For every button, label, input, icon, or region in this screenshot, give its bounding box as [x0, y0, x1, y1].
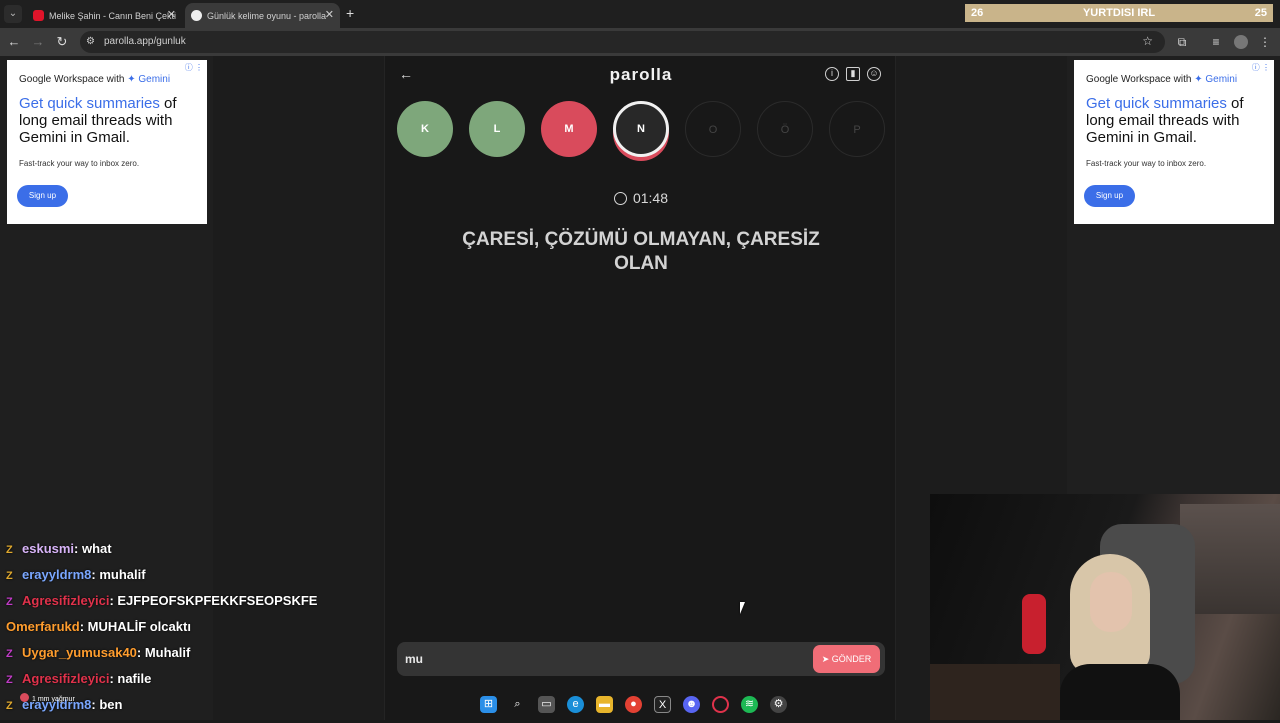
chat-badge-icon: Z [6, 648, 13, 660]
ad-signup-button[interactable]: Sign up [1084, 185, 1135, 207]
webcam-streamer-body [1060, 664, 1180, 720]
ad-headline: Get quick summaries of long email thread… [19, 95, 177, 146]
ad-subtext: Fast-track your way to inbox zero. [19, 159, 140, 168]
chat-badge-icon: Z [6, 700, 13, 712]
discord-icon[interactable]: ☻ [683, 695, 700, 713]
tab-music[interactable]: Melike Şahin - Canın Beni Çekti ✕ [27, 3, 182, 28]
ad-brand: Google Workspace with ✦ Gemini [19, 74, 171, 85]
ad-signup-button[interactable]: Sign up [17, 185, 68, 207]
timer: 01:48 [385, 190, 897, 206]
address-bar[interactable]: ⚙ parolla.app/gunluk ☆ [80, 31, 1165, 53]
letter-n: N [613, 101, 669, 157]
opera-icon[interactable] [712, 695, 729, 713]
spotify-icon[interactable]: ≋ [741, 695, 758, 713]
parolla-favicon-icon [191, 10, 202, 21]
answer-input[interactable] [405, 649, 805, 669]
reading-list-icon[interactable]: ≡ [1209, 35, 1223, 49]
tab-search-button[interactable]: ⌄ [4, 5, 22, 23]
app-logo[interactable]: parolla [385, 65, 897, 85]
bookmark-star-icon[interactable]: ☆ [1142, 34, 1153, 48]
reload-icon[interactable]: ↻ [53, 33, 71, 51]
chat-message: Z Agresifizleyici: EJFPEOFSKPFEKKFSEOPSKF… [6, 593, 318, 608]
close-tab-icon[interactable]: ✕ [167, 8, 176, 21]
info-icon[interactable]: i [825, 67, 839, 81]
game-panel: ← parolla i ▮ ☺ K L M N O Ö P 01:48 ÇARE… [384, 56, 896, 720]
answer-form: ➤ GÖNDER [397, 642, 885, 676]
chat-badge-icon: Z [6, 674, 13, 686]
edge-icon[interactable]: e [567, 695, 584, 713]
profile-icon[interactable]: ☺ [867, 67, 881, 81]
browser-toolbar: ← → ↻ ⚙ parolla.app/gunluk ☆ ⧉ ≡ ⋮ [0, 28, 1280, 56]
webcam-streamer-face [1090, 572, 1132, 632]
task-view-icon[interactable]: ▭ [538, 695, 555, 713]
clock-icon [613, 192, 627, 205]
stats-icon[interactable]: ▮ [846, 67, 860, 81]
overlay-left-value: 26 [971, 7, 984, 19]
letter-progress: K L M N O Ö P [385, 101, 897, 163]
letter-o-umlaut: Ö [757, 101, 813, 157]
ad-info-icon[interactable]: ⓘ ⋮ [185, 62, 203, 73]
url-text[interactable]: parolla.app/gunluk [104, 36, 186, 47]
forward-icon[interactable]: → [29, 33, 47, 51]
ad-subtext: Fast-track your way to inbox zero. [1086, 159, 1207, 168]
letter-p: P [829, 101, 885, 157]
chat-message: Zerayyldrm8: muhalif [6, 567, 146, 582]
overlay-title: YURTDISI IRL [1082, 7, 1156, 19]
chat-message: Zeskusmi: what [6, 541, 112, 556]
letter-l: L [469, 101, 525, 157]
menu-kebab-icon[interactable]: ⋮ [1258, 35, 1272, 49]
webcam-feed [930, 494, 1280, 720]
tab-parolla[interactable]: Günlük kelime oyunu - parolla ✕ [185, 3, 340, 28]
tab-title: Günlük kelime oyunu - parolla [207, 10, 327, 21]
mouse-cursor-icon [740, 602, 745, 614]
chrome-icon[interactable]: ● [625, 695, 642, 713]
letter-o: O [685, 101, 741, 157]
windows-start-icon[interactable]: ⊞ [480, 695, 497, 713]
extensions-icon[interactable]: ⧉ [1175, 35, 1189, 49]
clue-text: ÇARESİ, ÇÖZÜMÜ OLMAYAN, ÇARESİZ OLAN [462, 229, 820, 274]
ad-headline: Get quick summaries of long email thread… [1086, 95, 1244, 146]
stream-overlay-bar: 26 YURTDISI IRL 25 [965, 4, 1273, 22]
x-app-icon[interactable]: X [654, 695, 671, 713]
file-explorer-icon[interactable]: ▬ [596, 695, 613, 713]
overlay-right-value: 25 [1254, 7, 1267, 19]
settings-app-icon[interactable]: ⚙ [770, 695, 787, 713]
weather-widget: 1 mm yağmur [20, 693, 75, 703]
timer-value: 01:48 [632, 190, 669, 206]
back-icon[interactable]: ← [5, 33, 23, 51]
chat-badge-icon: Z [6, 570, 13, 582]
send-button[interactable]: ➤ GÖNDER [813, 645, 880, 673]
ad-banner-left[interactable]: Google Workspace with ✦ Gemini ⓘ ⋮ Get q… [7, 60, 207, 224]
ad-banner-right[interactable]: Google Workspace with ✦ Gemini ⓘ ⋮ Get q… [1074, 60, 1274, 224]
windows-taskbar: ⊞ ⌕ ▭ e ▬ ● X ☻ ≋ ⚙ [480, 692, 800, 716]
profile-avatar-icon[interactable] [1234, 35, 1248, 49]
close-tab-icon[interactable]: ✕ [325, 8, 334, 21]
new-tab-button[interactable]: + [346, 5, 354, 21]
site-info-icon[interactable]: ⚙ [86, 36, 98, 48]
search-icon[interactable]: ⌕ [509, 696, 526, 713]
chat-message: Omerfarukd: MUHALİF olcaktı [6, 619, 191, 634]
tab-title: Melike Şahin - Canın Beni Çekti [49, 10, 177, 21]
ad-info-icon[interactable]: ⓘ ⋮ [1252, 62, 1270, 73]
microphone [1022, 594, 1046, 654]
youtube-icon [33, 10, 44, 21]
weather-icon [20, 693, 29, 702]
webcam-background [1180, 504, 1280, 614]
ad-brand: Google Workspace with ✦ Gemini [1086, 74, 1238, 85]
chat-badge-icon: Z [6, 544, 13, 556]
letter-m: M [541, 101, 597, 157]
letter-k: K [397, 101, 453, 157]
chat-badge-icon: Z [6, 596, 13, 608]
webcam-desk [930, 664, 1060, 720]
tab-strip: ⌄ Melike Şahin - Canın Beni Çekti ✕ Günl… [0, 0, 1280, 28]
chat-message: Z Uygar_yumusak40: Muhalif [6, 645, 191, 660]
